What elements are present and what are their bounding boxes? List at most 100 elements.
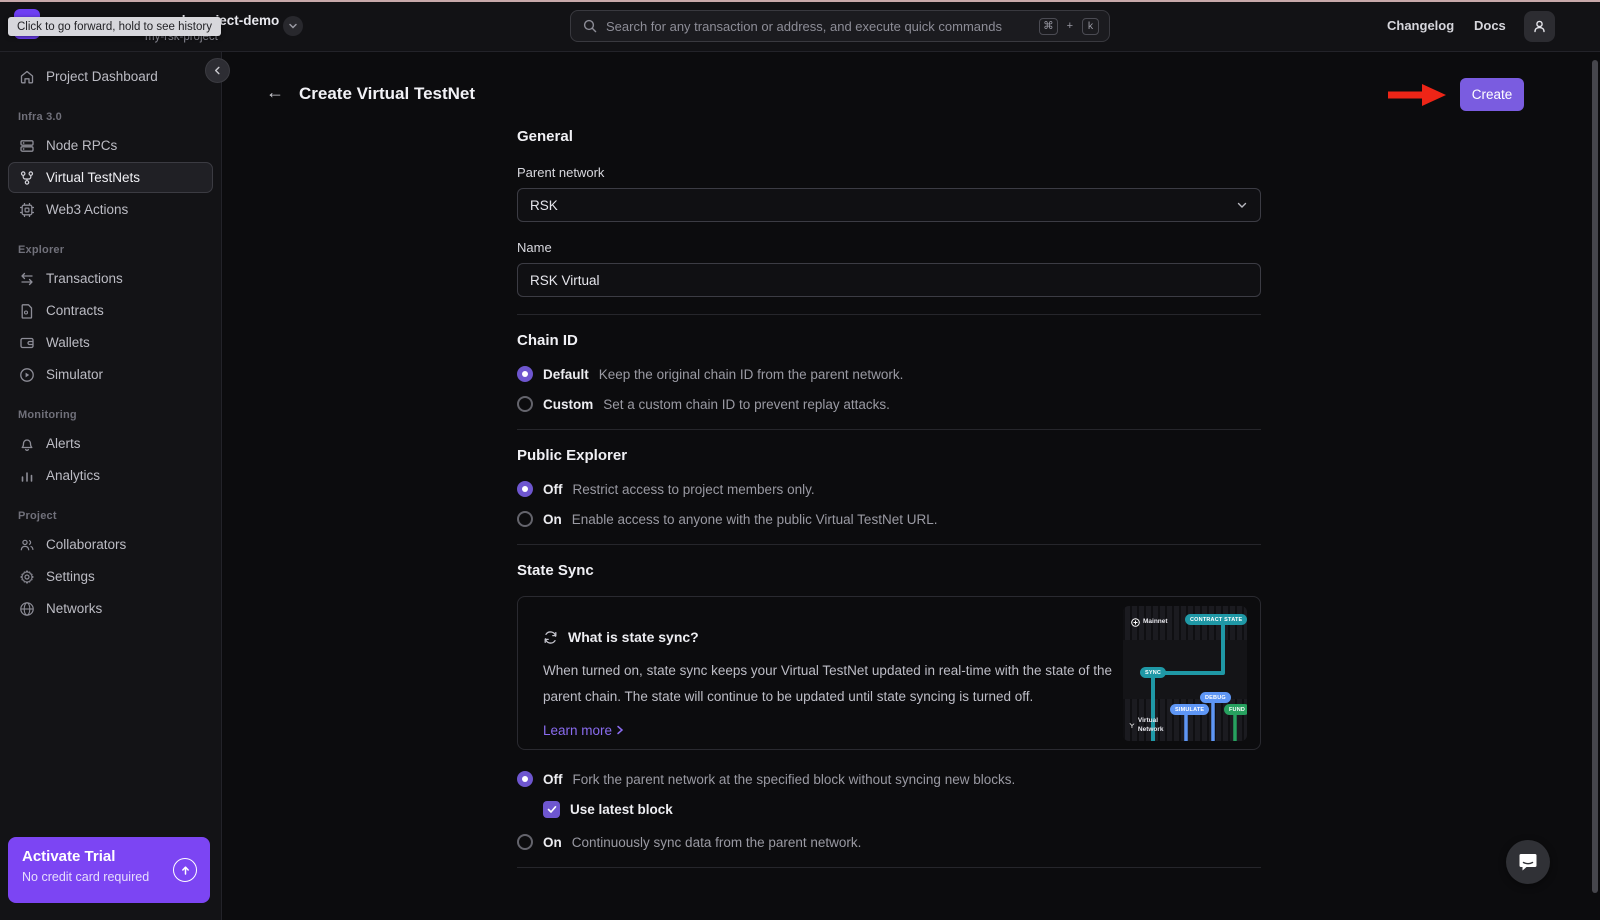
sync-icon: [543, 630, 558, 645]
sidebar-item-networks[interactable]: Networks: [8, 593, 213, 624]
state-sync-option-on[interactable]: On Continuously sync data from the paren…: [517, 834, 1261, 850]
sidebar-item-collaborators[interactable]: Collaborators: [8, 529, 213, 560]
search-icon: [583, 19, 597, 33]
fork-icon: [19, 170, 35, 186]
sidebar-section-monitoring: Monitoring: [18, 409, 203, 421]
page-scrollbar[interactable]: [1592, 60, 1598, 893]
name-input[interactable]: [517, 263, 1261, 297]
sidebar-item-label: Analytics: [46, 468, 100, 483]
docs-link[interactable]: Docs: [1474, 18, 1506, 33]
radio-selected-icon[interactable]: [517, 481, 533, 497]
public-explorer-option-on[interactable]: On Enable access to anyone with the publ…: [517, 511, 1261, 527]
play-circle-icon: [19, 367, 35, 383]
parent-network-value: RSK: [530, 198, 558, 213]
trial-subtitle: No credit card required: [22, 870, 196, 884]
name-label: Name: [517, 240, 1261, 255]
cmd-key-badge: ⌘: [1039, 18, 1058, 35]
wallet-icon: [19, 335, 35, 351]
sidebar-item-label: Collaborators: [46, 537, 126, 552]
sidebar: Project Dashboard Infra 3.0 Node RPCs Vi…: [0, 52, 222, 920]
user-avatar-button[interactable]: [1524, 11, 1555, 42]
radio-unselected-icon[interactable]: [517, 834, 533, 850]
create-button[interactable]: Create: [1460, 78, 1524, 111]
upgrade-arrow-icon: [173, 858, 197, 882]
radio-unselected-icon[interactable]: [517, 511, 533, 527]
person-icon: [1532, 19, 1547, 34]
state-sync-option-off[interactable]: Off Fork the parent network at the speci…: [517, 771, 1261, 787]
option-label: On: [543, 835, 562, 850]
option-label: On: [543, 512, 562, 527]
sidebar-item-node-rpcs[interactable]: Node RPCs: [8, 130, 213, 161]
chain-id-option-custom[interactable]: Custom Set a custom chain ID to prevent …: [517, 396, 1261, 412]
create-testnet-form: General Parent network RSK Name Chain ID…: [517, 128, 1261, 868]
option-label: Default: [543, 367, 589, 382]
gear-icon: [19, 569, 35, 585]
sidebar-item-settings[interactable]: Settings: [8, 561, 213, 592]
sidebar-item-web3-actions[interactable]: Web3 Actions: [8, 194, 213, 225]
changelog-link[interactable]: Changelog: [1387, 18, 1454, 33]
search-placeholder: Search for any transaction or address, a…: [606, 19, 1030, 34]
public-explorer-option-off[interactable]: Off Restrict access to project members o…: [517, 481, 1261, 497]
trial-title: Activate Trial: [22, 848, 196, 865]
project-switcher-button[interactable]: [283, 16, 303, 36]
option-description: Set a custom chain ID to prevent replay …: [603, 397, 890, 412]
back-button[interactable]: ←: [266, 83, 284, 101]
server-icon: [19, 138, 35, 154]
info-description: When turned on, state sync keeps your Vi…: [543, 658, 1118, 711]
bar-chart-icon: [19, 468, 35, 484]
option-description: Restrict access to project members only.: [573, 482, 815, 497]
activate-trial-card[interactable]: Activate Trial No credit card required: [8, 837, 210, 903]
parent-network-label: Parent network: [517, 165, 1261, 180]
home-icon: [19, 69, 35, 85]
radio-unselected-icon[interactable]: [517, 396, 533, 412]
divider: [517, 429, 1261, 430]
chain-id-heading: Chain ID: [517, 332, 1261, 349]
sidebar-item-label: Simulator: [46, 367, 103, 382]
main-content: ← Create Virtual TestNet Create General …: [223, 52, 1600, 920]
sidebar-item-project-dashboard[interactable]: Project Dashboard: [8, 61, 213, 92]
sidebar-item-label: Web3 Actions: [46, 202, 128, 217]
sidebar-item-simulator[interactable]: Simulator: [8, 359, 213, 390]
topbar: my-rsk-project-demo my-rsk-project Searc…: [0, 0, 1600, 52]
badge-simulate: SIMULATE: [1170, 704, 1209, 715]
sidebar-item-label: Transactions: [46, 271, 123, 286]
radio-selected-icon[interactable]: [517, 771, 533, 787]
checkbox-checked-icon[interactable]: [543, 801, 560, 818]
chevron-down-icon: [288, 21, 298, 31]
sidebar-item-contracts[interactable]: Contracts: [8, 295, 213, 326]
parent-network-select[interactable]: RSK: [517, 188, 1261, 222]
sidebar-item-alerts[interactable]: Alerts: [8, 428, 213, 459]
sidebar-item-transactions[interactable]: Transactions: [8, 263, 213, 294]
learn-more-link[interactable]: Learn more: [543, 723, 624, 738]
sidebar-section-project: Project: [18, 510, 203, 522]
state-sync-heading: State Sync: [517, 562, 1261, 579]
shortcut-plus: +: [1067, 20, 1073, 32]
sidebar-item-label: Networks: [46, 601, 102, 616]
window-top-edge: [0, 0, 1600, 2]
search-input[interactable]: Search for any transaction or address, a…: [570, 10, 1110, 42]
sidebar-item-label: Contracts: [46, 303, 104, 318]
document-icon: [19, 303, 35, 319]
chevron-right-icon: [616, 725, 624, 735]
diagram-virtual-network-label: Virtual Network: [1129, 717, 1169, 734]
chain-id-option-default[interactable]: Default Keep the original chain ID from …: [517, 366, 1261, 382]
option-label: Off: [543, 772, 563, 787]
sidebar-collapse-button[interactable]: [205, 58, 230, 83]
option-label: Off: [543, 482, 563, 497]
sidebar-item-analytics[interactable]: Analytics: [8, 460, 213, 491]
radio-selected-icon[interactable]: [517, 366, 533, 382]
page-title: Create Virtual TestNet: [299, 84, 475, 104]
learn-more-label: Learn more: [543, 723, 612, 738]
state-sync-diagram: Mainnet CONTRACT STATE SYNC DEBUG SIMULA…: [1123, 606, 1247, 741]
state-sync-info-card: What is state sync? When turned on, stat…: [517, 596, 1261, 750]
chevron-left-icon: [213, 66, 222, 75]
badge-sync: SYNC: [1140, 667, 1166, 678]
badge-debug: DEBUG: [1200, 692, 1231, 703]
sidebar-item-virtual-testnets[interactable]: Virtual TestNets: [8, 162, 213, 193]
chat-messenger-button[interactable]: [1506, 840, 1550, 884]
divider: [517, 314, 1261, 315]
checkbox-label: Use latest block: [570, 802, 673, 817]
sidebar-item-wallets[interactable]: Wallets: [8, 327, 213, 358]
use-latest-block-option[interactable]: Use latest block: [543, 801, 1261, 818]
info-title: What is state sync?: [568, 629, 699, 645]
